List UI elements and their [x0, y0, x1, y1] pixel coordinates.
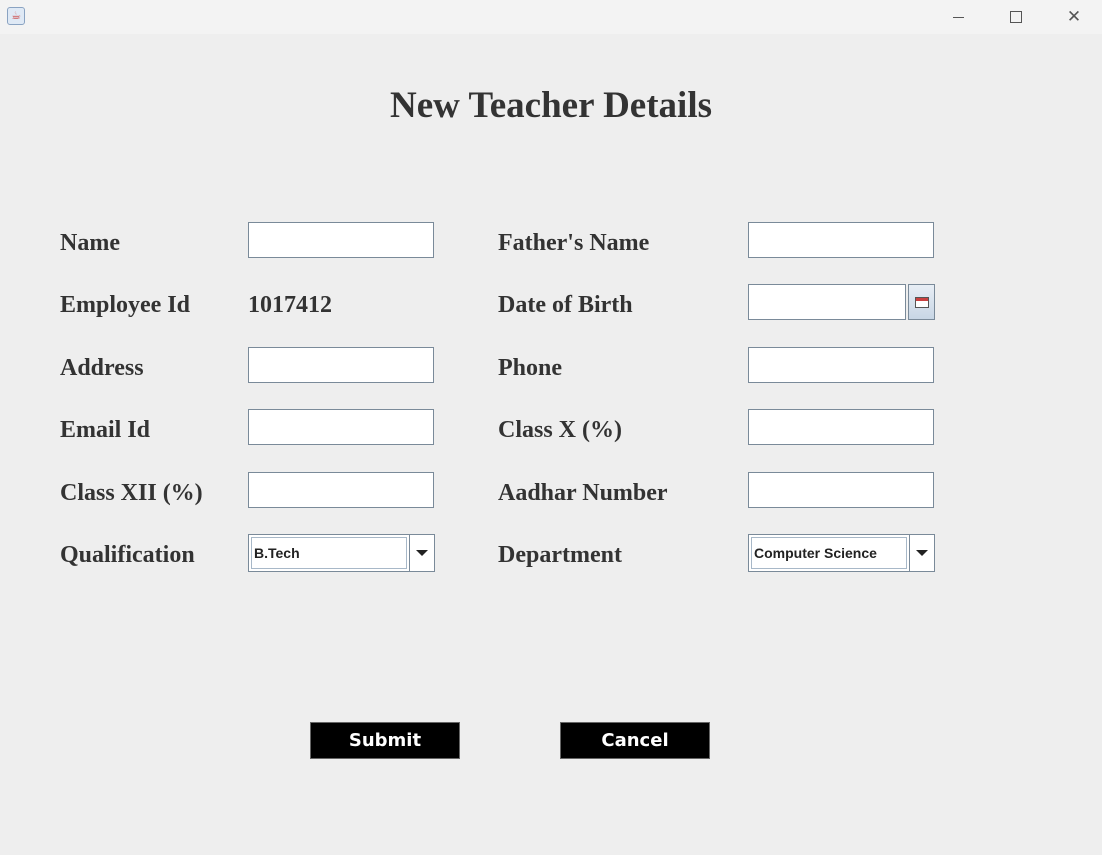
address-field[interactable] [248, 347, 434, 383]
class-x-label: Class X (%) [498, 417, 622, 443]
maximize-icon [1010, 11, 1022, 23]
department-label: Department [498, 542, 622, 568]
address-label: Address [60, 355, 144, 381]
chevron-down-icon [916, 550, 928, 556]
class-xii-label: Class XII (%) [60, 480, 203, 506]
date-picker-button[interactable] [908, 284, 935, 320]
minimize-icon [952, 17, 964, 18]
fathers-name-label: Father's Name [498, 230, 650, 256]
minimize-button[interactable] [930, 0, 986, 34]
close-icon: ✕ [1066, 7, 1082, 27]
qualification-label: Qualification [60, 542, 195, 568]
submit-button[interactable]: Submit [310, 722, 460, 759]
employee-id-value: 1017412 [248, 292, 332, 318]
qualification-dropdown-button[interactable] [409, 535, 434, 571]
department-select[interactable]: Computer Science [748, 534, 935, 572]
aadhar-label: Aadhar Number [498, 480, 668, 506]
class-x-field[interactable] [748, 409, 934, 445]
cancel-button[interactable]: Cancel [560, 722, 710, 759]
java-cup-icon[interactable]: ☕ [7, 7, 25, 25]
qualification-selected-value: B.Tech [251, 537, 407, 569]
dob-field[interactable] [748, 284, 906, 320]
name-label: Name [60, 230, 120, 256]
email-label: Email Id [60, 417, 151, 443]
phone-label: Phone [498, 355, 563, 381]
page-title: New Teacher Details [390, 85, 712, 126]
chevron-down-icon [416, 550, 428, 556]
phone-field[interactable] [748, 347, 934, 383]
class-xii-field[interactable] [248, 472, 434, 508]
dob-label: Date of Birth [498, 292, 633, 318]
qualification-select[interactable]: B.Tech [248, 534, 435, 572]
fathers-name-field[interactable] [748, 222, 934, 258]
aadhar-field[interactable] [748, 472, 934, 508]
window-titlebar: ☕ ✕ [0, 0, 1102, 34]
email-field[interactable] [248, 409, 434, 445]
calendar-icon [914, 296, 929, 308]
name-field[interactable] [248, 222, 434, 258]
employee-id-label: Employee Id [60, 292, 191, 318]
department-selected-value: Computer Science [751, 537, 907, 569]
department-dropdown-button[interactable] [909, 535, 934, 571]
maximize-button[interactable] [988, 0, 1044, 34]
close-button[interactable]: ✕ [1046, 0, 1102, 34]
